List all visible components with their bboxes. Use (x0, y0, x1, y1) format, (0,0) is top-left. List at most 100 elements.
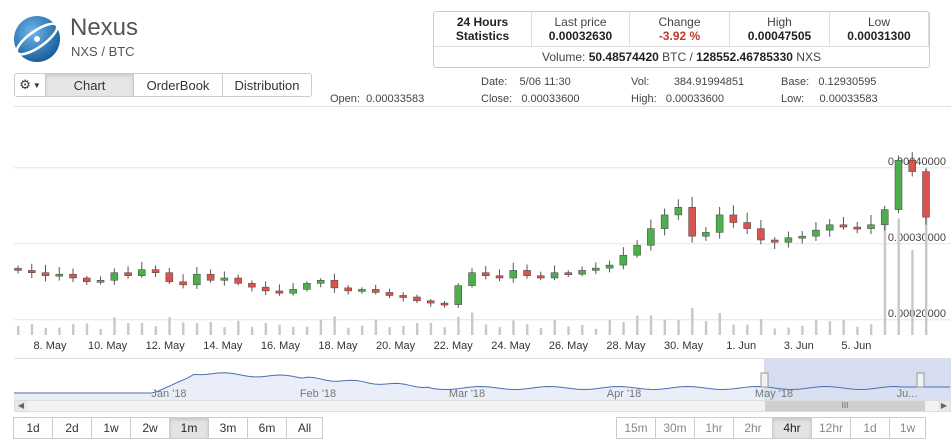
candle-body[interactable] (550, 272, 559, 279)
candle-body[interactable] (660, 214, 669, 229)
candle-body[interactable] (179, 281, 187, 286)
interval-button-4hr[interactable]: 4hr (772, 417, 812, 439)
candle-body[interactable] (482, 272, 490, 276)
candle-body[interactable] (880, 209, 889, 226)
candle-body[interactable] (633, 245, 641, 256)
candle-body[interactable] (138, 269, 146, 276)
candle-body[interactable] (261, 286, 270, 292)
candle-body[interactable] (743, 222, 751, 229)
interval-button-12hr[interactable]: 12hr (811, 417, 851, 439)
price-chart[interactable]: 0.00020000 0.00030000 0.00040000 (14, 106, 951, 358)
candle-body[interactable] (702, 232, 710, 237)
candle-body[interactable] (96, 280, 105, 283)
volume-bar (85, 323, 89, 335)
candle-body[interactable] (495, 275, 504, 279)
tab-distribution[interactable]: Distribution (222, 73, 312, 97)
candle-body[interactable] (729, 214, 738, 223)
interval-button-1w[interactable]: 1w (889, 417, 926, 439)
candle-body[interactable] (454, 285, 462, 305)
range-button-3m[interactable]: 3m (208, 417, 248, 439)
candle-body[interactable] (385, 292, 394, 296)
candle-body[interactable] (193, 273, 201, 286)
candle-body[interactable] (344, 287, 352, 292)
candle-body[interactable] (440, 302, 449, 306)
scroll-right-arrow-icon[interactable]: ▶ (938, 401, 950, 411)
navigator[interactable]: Jan '18 Feb '18 Mar '18 Apr '18 May '18 Ju... (14, 358, 951, 401)
candle-body[interactable] (83, 277, 91, 283)
candle-body[interactable] (124, 272, 132, 276)
candle-body[interactable] (358, 289, 366, 292)
candle-body[interactable] (14, 268, 22, 271)
candle-body[interactable] (220, 277, 229, 281)
interval-button-1hr[interactable]: 1hr (694, 417, 734, 439)
candle-body[interactable] (537, 275, 545, 279)
candle-body[interactable] (110, 272, 119, 281)
candle-body[interactable] (619, 254, 628, 266)
interval-button-15m[interactable]: 15m (616, 417, 656, 439)
candle-body[interactable] (564, 272, 573, 275)
range-button-1m[interactable]: 1m (169, 417, 209, 439)
candle-body[interactable] (523, 270, 531, 276)
candle-body[interactable] (509, 270, 518, 279)
candle-body[interactable] (41, 272, 50, 276)
candle-body[interactable] (234, 277, 242, 284)
candle-body[interactable] (426, 300, 435, 304)
range-button-All[interactable]: All (286, 417, 323, 439)
settings-dropdown-button[interactable]: ⚙ ▼ (14, 73, 46, 97)
candle-body[interactable] (165, 272, 174, 283)
candle-body[interactable] (853, 226, 861, 230)
candle-body[interactable] (316, 280, 325, 284)
interval-button-2hr[interactable]: 2hr (733, 417, 773, 439)
navigator-handle[interactable] (760, 372, 769, 388)
interval-button-1d[interactable]: 1d (850, 417, 890, 439)
interval-button-30m[interactable]: 30m (655, 417, 695, 439)
candle-body[interactable] (578, 270, 586, 275)
candle-body[interactable] (894, 159, 903, 210)
candle-body[interactable] (303, 283, 311, 290)
candle-body[interactable] (468, 272, 476, 286)
range-button-1w[interactable]: 1w (91, 417, 131, 439)
candle-body[interactable] (55, 273, 64, 277)
range-button-2w[interactable]: 2w (130, 417, 170, 439)
candle-body[interactable] (69, 273, 77, 279)
candle-body[interactable] (798, 235, 806, 239)
candle-body[interactable] (399, 295, 407, 298)
candle-body[interactable] (275, 290, 284, 294)
x-tick-label: 18. May (318, 340, 358, 352)
candle-body[interactable] (371, 289, 380, 293)
candle-body[interactable] (151, 269, 160, 273)
candle-body[interactable] (413, 296, 421, 302)
candle-body[interactable] (715, 214, 724, 233)
scroll-left-arrow-icon[interactable]: ◀ (15, 401, 27, 411)
range-button-2d[interactable]: 2d (52, 417, 92, 439)
tab-orderbook[interactable]: OrderBook (133, 73, 223, 97)
candle-body[interactable] (605, 264, 614, 269)
navigator-scrollbar[interactable]: ◀ III ▶ (14, 400, 951, 412)
candle-body[interactable] (289, 289, 297, 294)
candle-body[interactable] (330, 280, 339, 289)
x-axis: 8. May 10. May 12. May 14. May 16. May 18. Ma… (14, 340, 951, 356)
candle-body[interactable] (592, 267, 600, 271)
candle-body[interactable] (688, 207, 696, 237)
candle-body[interactable] (28, 270, 36, 273)
candle-body[interactable] (867, 224, 875, 229)
candle-body[interactable] (825, 224, 834, 231)
candle-body[interactable] (674, 207, 683, 216)
candle-body[interactable] (757, 228, 765, 241)
candle-body[interactable] (206, 273, 215, 281)
candle-body[interactable] (908, 159, 916, 172)
candle-body[interactable] (647, 228, 655, 246)
range-button-6m[interactable]: 6m (247, 417, 287, 439)
candle-body[interactable] (812, 229, 820, 237)
scrollbar-thumb[interactable]: III (765, 401, 925, 411)
candle-body[interactable] (770, 239, 779, 243)
volume-bar (663, 319, 667, 335)
range-button-1d[interactable]: 1d (13, 417, 53, 439)
candle-body[interactable] (922, 171, 930, 218)
candle-body[interactable] (248, 283, 256, 288)
candle-body[interactable] (784, 237, 793, 243)
tab-chart[interactable]: Chart (45, 73, 134, 97)
x-tick-label: 22. May (433, 340, 473, 352)
navigator-handle[interactable] (916, 372, 925, 388)
candle-body[interactable] (839, 224, 848, 228)
